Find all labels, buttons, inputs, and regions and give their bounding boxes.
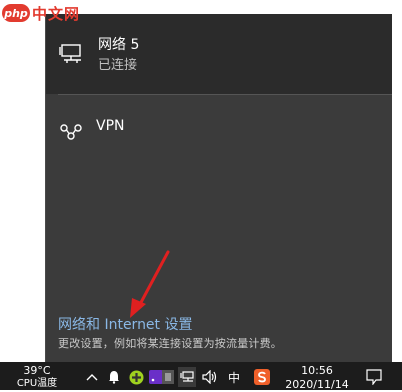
cpu-temperature-value: 39°C [23, 364, 51, 377]
ethernet-icon [59, 44, 81, 63]
system-clock[interactable]: 10:56 2020/11/14 [282, 364, 352, 392]
red-annotation-arrow [130, 250, 170, 318]
network-connection-item[interactable]: 网络 5 已连接 [46, 14, 392, 94]
show-hidden-icons-icon[interactable] [84, 369, 100, 385]
cpu-temperature[interactable]: 39°C CPU温度 [12, 364, 62, 390]
notification-bell-icon[interactable] [106, 369, 122, 385]
network-settings-description: 更改设置，例如将某连接设置为按流量计费。 [58, 337, 282, 350]
ime-indicator[interactable]: 中 [226, 369, 242, 385]
sogou-input-icon[interactable] [254, 369, 270, 385]
action-center-icon[interactable] [366, 369, 382, 385]
clock-time: 10:56 [301, 364, 333, 377]
cpu-temperature-label: CPU温度 [16, 378, 58, 389]
php-logo: php [2, 4, 30, 22]
background-window-edge [391, 14, 402, 362]
php-watermark: php 中文网 [2, 2, 80, 24]
network-flyout: 网络 5 已连接 VPN 网络和 Internet 设置 更改设置，例如将某连接… [45, 14, 392, 362]
green-app-icon[interactable] [128, 369, 144, 385]
vpn-icon [60, 124, 82, 140]
network-tray-icon[interactable] [178, 367, 196, 387]
volume-icon[interactable] [202, 369, 218, 385]
watermark-site-name: 中文网 [32, 4, 81, 23]
network-settings-link[interactable]: 网络和 Internet 设置 [58, 314, 193, 334]
network-name: 网络 5 [98, 37, 140, 53]
taskbar: 39°C CPU温度 中 10:56 2020/11/14 [0, 362, 402, 392]
network-status: 已连接 [98, 58, 138, 73]
gpu-temperature-icon[interactable] [160, 369, 176, 385]
divider [58, 94, 392, 95]
vpn-label: VPN [96, 118, 125, 134]
vpn-item[interactable]: VPN [46, 106, 392, 154]
